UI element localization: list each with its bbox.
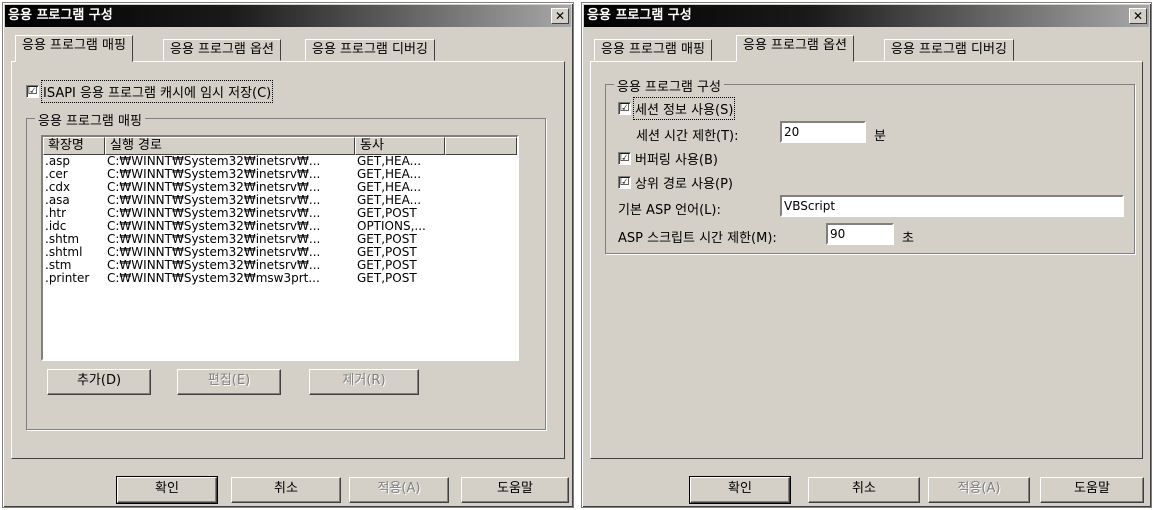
column-verbs[interactable]: 동사 [355,137,445,155]
checkbox-label: 버퍼링 사용(B) [635,153,718,168]
remove-button[interactable]: 제거(R) [309,369,419,395]
tab-panel: ☑ ISAPI 응용 프로그램 캐시에 임시 저장(C) 응용 프로그램 매핑 … [11,61,565,459]
help-button[interactable]: 도움말 [461,477,569,503]
cell-exec-path: C:₩WINNT₩System32₩inetsrv₩... [107,220,321,233]
cell-exec-path: C:₩WINNT₩System32₩inetsrv₩... [107,259,321,272]
ok-button[interactable]: 확인 [689,476,791,504]
title-bar: 응용 프로그램 구성 ✕ [584,5,1149,27]
buffering-checkbox[interactable]: ☑ 버퍼링 사용(B) [618,149,718,168]
list-header: 확장명 실행 경로 동사 [43,137,517,155]
cell-exec-path: C:₩WINNT₩System32₩inetsrv₩... [107,155,321,168]
default-language-input[interactable]: VBScript [780,195,1124,217]
cancel-button[interactable]: 취소 [231,477,341,503]
dialog-title: 응용 프로그램 구성 [8,8,113,23]
cell-extension: .asa [45,194,70,207]
script-timeout-input[interactable]: 90 [826,223,894,245]
default-language-label: 기본 ASP 언어(L): [618,203,721,218]
tab-panel: 응용 프로그램 구성 ☑ 세션 정보 사용(S) 세션 시간 제한(T): 20… [590,61,1143,459]
cancel-button[interactable]: 취소 [808,477,920,503]
cell-verbs: OPTIONS,... [357,220,426,233]
cell-extension: .idc [45,220,67,233]
table-row[interactable]: .cer C:₩WINNT₩System32₩inetsrv₩... GET,HEA… [43,168,517,181]
close-icon[interactable]: ✕ [1129,8,1147,24]
tab-app-options[interactable]: 응용 프로그램 옵션 [736,35,854,62]
cell-exec-path: C:₩WINNT₩System32₩inetsrv₩... [107,181,321,194]
cell-extension: .printer [45,272,90,285]
cell-verbs: GET,HEA... [357,181,422,194]
edit-button[interactable]: 편집(E) [177,369,281,395]
cell-exec-path: C:₩WINNT₩System32₩inetsrv₩... [107,233,321,246]
checkbox-label: ISAPI 응용 프로그램 캐시에 임시 저장(C) [40,80,274,103]
checkbox-check-icon: ☑ [618,101,631,115]
cell-extension: .cdx [45,181,71,194]
cell-verbs: GET,POST [357,246,417,259]
app-config-dialog-mappings: 응용 프로그램 구성 ✕ 응용 프로그램 매핑 응용 프로그램 옵션 응용 프로… [2,2,574,508]
cell-exec-path: C:₩WINNT₩System32₩msw3prt... [107,272,320,285]
table-row[interactable]: .shtm C:₩WINNT₩System32₩inetsrv₩... GET,PO… [43,233,517,246]
tab-app-debugging[interactable]: 응용 프로그램 디버깅 [884,39,1014,61]
cell-exec-path: C:₩WINNT₩System32₩inetsrv₩... [107,207,321,220]
cell-verbs: GET,POST [357,259,417,272]
tab-app-debugging[interactable]: 응용 프로그램 디버깅 [305,39,435,61]
table-row[interactable]: .cdx C:₩WINNT₩System32₩inetsrv₩... GET,HEA… [43,181,517,194]
list-body: .asp C:₩WINNT₩System32₩inetsrv₩... GET,HEA… [43,155,517,285]
column-blank [445,137,517,155]
cell-extension: .htr [45,207,67,220]
add-button[interactable]: 추가(D) [47,369,151,395]
cell-extension: .shtml [45,246,83,259]
checkbox-check-icon: ☑ [618,151,631,165]
table-row[interactable]: .printer C:₩WINNT₩System32₩msw3prt... GET,… [43,272,517,285]
cell-extension: .stm [45,259,72,272]
table-row[interactable]: .htr C:₩WINNT₩System32₩inetsrv₩... GET,POS… [43,207,517,220]
ok-button[interactable]: 확인 [116,476,218,504]
checkbox-check-icon: ☑ [26,84,39,98]
cell-verbs: GET,POST [357,233,417,246]
checkbox-check-icon: ☑ [618,175,631,189]
tab-app-options[interactable]: 응용 프로그램 옵션 [163,39,281,61]
cell-extension: .shtm [45,233,80,246]
group-title: 응용 프로그램 구성 [614,76,724,95]
cell-extension: .cer [45,168,68,181]
app-config-group: 응용 프로그램 구성 ☑ 세션 정보 사용(S) 세션 시간 제한(T): 20… [605,76,1135,254]
apply-button[interactable]: 적용(A) [349,477,449,503]
parent-paths-checkbox[interactable]: ☑ 상위 경로 사용(P) [618,173,733,192]
cell-verbs: GET,POST [357,207,417,220]
cell-verbs: GET,HEA... [357,194,422,207]
mapping-list[interactable]: 확장명 실행 경로 동사 .asp C:₩WINNT₩System32₩inets… [41,135,519,361]
column-exec-path[interactable]: 실행 경로 [105,137,355,155]
cell-exec-path: C:₩WINNT₩System32₩inetsrv₩... [107,168,321,181]
dialog-title: 응용 프로그램 구성 [587,8,692,23]
cell-exec-path: C:₩WINNT₩System32₩inetsrv₩... [107,194,321,207]
table-row[interactable]: .shtml C:₩WINNT₩System32₩inetsrv₩... GET,P… [43,246,517,259]
tab-app-mappings[interactable]: 응용 프로그램 매핑 [594,39,712,61]
group-title: 응용 프로그램 매핑 [35,110,145,129]
table-row[interactable]: .asp C:₩WINNT₩System32₩inetsrv₩... GET,HEA… [43,155,517,168]
table-row[interactable]: .idc C:₩WINNT₩System32₩inetsrv₩... OPTIONS… [43,220,517,233]
cell-verbs: GET,POST [357,272,417,285]
apply-button[interactable]: 적용(A) [928,477,1030,503]
session-timeout-input[interactable]: 20 [780,121,866,143]
close-icon[interactable]: ✕ [551,8,569,24]
cache-isapi-checkbox[interactable]: ☑ ISAPI 응용 프로그램 캐시에 임시 저장(C) [26,80,274,103]
cell-exec-path: C:₩WINNT₩System32₩inetsrv₩... [107,246,321,259]
column-extension[interactable]: 확장명 [43,137,105,155]
title-bar: 응용 프로그램 구성 ✕ [5,5,571,27]
help-button[interactable]: 도움말 [1040,477,1144,503]
mapping-group: 응용 프로그램 매핑 확장명 실행 경로 동사 .asp C:₩WINNT₩Sys… [26,110,546,430]
checkbox-label: 상위 경로 사용(P) [635,177,734,192]
script-timeout-unit: 초 [902,231,914,246]
cell-verbs: GET,HEA... [357,168,422,181]
table-row[interactable]: .stm C:₩WINNT₩System32₩inetsrv₩... GET,POS… [43,259,517,272]
session-timeout-label: 세션 시간 제한(T): [636,129,739,144]
app-config-dialog-options: 응용 프로그램 구성 ✕ 응용 프로그램 매핑 응용 프로그램 옵션 응용 프로… [581,2,1152,508]
table-row[interactable]: .asa C:₩WINNT₩System32₩inetsrv₩... GET,HEA… [43,194,517,207]
cell-extension: .asp [45,155,71,168]
session-timeout-unit: 분 [874,129,886,144]
session-state-checkbox[interactable]: ☑ 세션 정보 사용(S) [618,97,736,120]
checkbox-label: 세션 정보 사용(S) [632,97,736,120]
tab-app-mappings[interactable]: 응용 프로그램 매핑 [15,35,133,62]
script-timeout-label: ASP 스크립트 시간 제한(M): [618,231,777,246]
cell-verbs: GET,HEA... [357,155,422,168]
